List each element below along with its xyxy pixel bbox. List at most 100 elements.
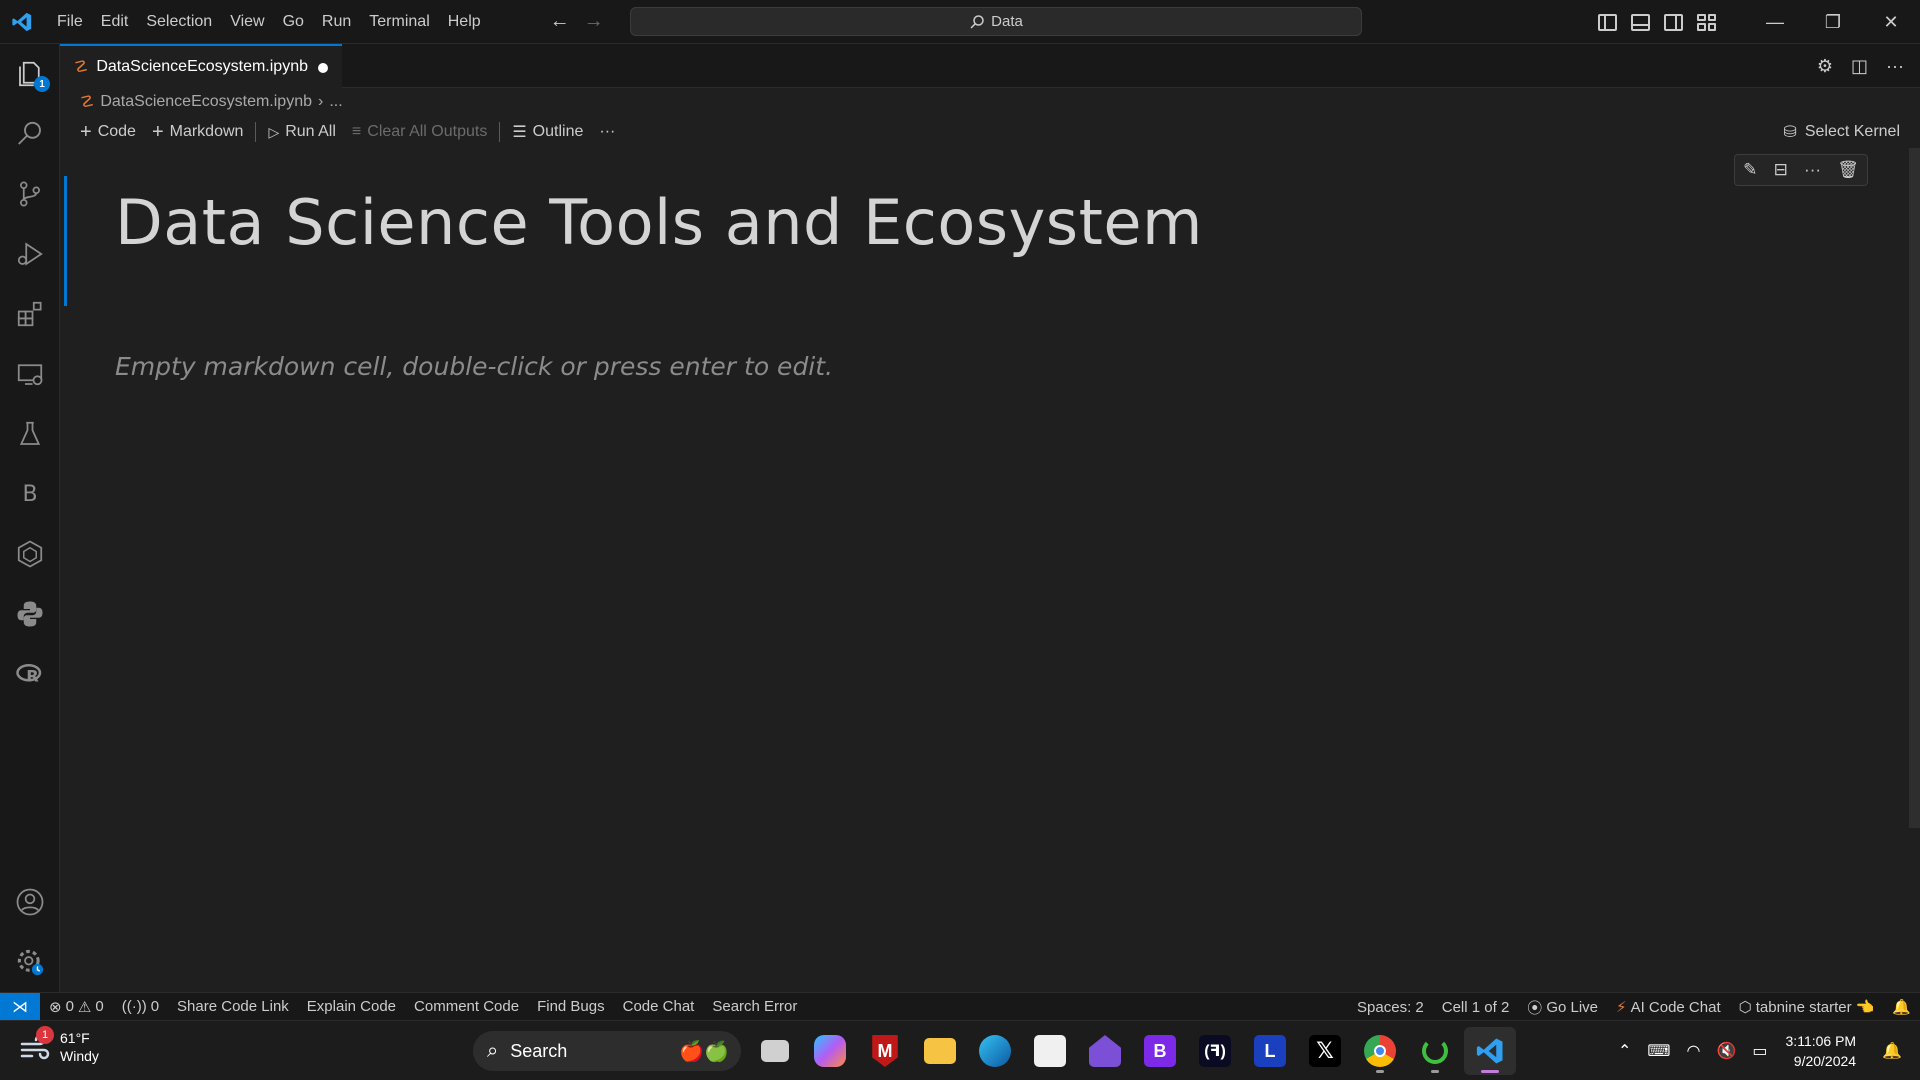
forward-arrow-icon[interactable]: → [584,10,604,33]
refresh-app-icon[interactable] [1409,1027,1461,1075]
go-live-button[interactable]: ⦿ Go Live [1518,997,1607,1018]
wifi-icon[interactable]: ◠ [1687,1041,1701,1061]
search-view-icon[interactable] [0,104,60,164]
add-markdown-cell-button[interactable]: + Markdown [144,118,252,146]
remote-indicator-icon[interactable]: ⋊ [0,992,40,1021]
menu-view[interactable]: View [221,7,273,37]
clock[interactable]: 3:11:06 PM 9/20/2024 [1786,1031,1857,1071]
tabnine-status[interactable]: ⬡ tabnine starter 👈 [1730,998,1884,1017]
menu-file[interactable]: File [48,7,92,37]
ai-code-chat-button[interactable]: ⚡ AI Code Chat [1607,998,1730,1017]
select-kernel-button[interactable]: ⛁ Select Kernel [1783,118,1900,146]
copilot-icon[interactable] [804,1027,856,1075]
plus-icon: + [151,120,164,143]
plus-icon: + [80,120,92,143]
run-all-button[interactable]: ▷ Run All [260,118,343,146]
split-cell-icon[interactable]: ⊟ [1774,160,1788,180]
restore-button[interactable]: ❐ [1804,0,1862,44]
cube-extension-icon[interactable] [0,524,60,584]
x-twitter-icon[interactable]: 𝕏 [1299,1027,1351,1075]
more-actions-icon[interactable]: ··· [1886,56,1904,77]
edge-browser-icon[interactable] [969,1027,1021,1075]
dev-home-icon[interactable] [1079,1027,1131,1075]
menu-go[interactable]: Go [274,7,313,37]
empty-markdown-cell[interactable]: Empty markdown cell, double-click or pre… [115,352,833,381]
kernel-icon: ⛁ [1783,124,1797,141]
add-code-cell-button[interactable]: + Code [72,118,144,146]
testing-icon[interactable] [0,404,60,464]
freecodecamp-icon[interactable]: (ꟻ) [1189,1027,1241,1075]
vertical-scrollbar[interactable] [1909,148,1920,828]
notebook-settings-gear-icon[interactable]: ⚙ [1817,56,1833,77]
clear-all-outputs-button[interactable]: ≡ Clear All Outputs [344,118,495,146]
unsaved-dot-icon[interactable] [318,63,328,73]
breadcrumb-file[interactable]: DataScienceEcosystem.ipynb [100,93,312,111]
toggle-panel-icon[interactable] [1631,13,1650,31]
command-center-search[interactable]: Data [630,7,1362,36]
keyboard-icon[interactable]: ⌨ [1647,1041,1670,1061]
task-view-icon[interactable] [749,1027,801,1075]
outline-button[interactable]: ☰ Outline [504,118,591,146]
delete-trash-icon[interactable]: 🗑 [1837,160,1859,180]
cell-position-status[interactable]: Cell 1 of 2 [1433,999,1519,1016]
toggle-secondary-sidebar-icon[interactable] [1664,13,1683,31]
menu-edit[interactable]: Edit [92,7,138,37]
outline-label: Outline [532,123,584,140]
b-extension-icon[interactable]: B [0,464,60,524]
cell-more-icon[interactable]: ··· [1804,160,1821,180]
weather-temp: 61°F [60,1030,90,1046]
tab-notebook[interactable]: ☡ DataScienceEcosystem.ipynb [60,44,342,88]
bootstrap-studio-icon[interactable]: B [1134,1027,1186,1075]
vscode-taskbar-icon[interactable] [1464,1027,1516,1075]
menu-run[interactable]: Run [313,7,360,37]
manage-gear-icon[interactable] [0,932,60,992]
edit-pencil-icon[interactable]: ✎ [1743,160,1757,180]
notifications-bell-icon[interactable]: 🔔 [1883,998,1920,1016]
share-code-link[interactable]: Share Code Link [168,998,298,1015]
remote-explorer-icon[interactable] [0,344,60,404]
search-error[interactable]: Search Error [703,998,806,1015]
menu-help[interactable]: Help [439,7,490,37]
r-language-icon[interactable]: R [0,644,60,704]
file-explorer-icon[interactable] [914,1027,966,1075]
customize-layout-icon[interactable] [1697,13,1716,31]
notebook-more-button[interactable]: ··· [591,118,623,146]
markdown-heading-cell[interactable]: Data Science Tools and Ecosystem [115,186,1203,259]
chrome-browser-icon[interactable] [1354,1027,1406,1075]
chevron-up-icon[interactable]: ⌃ [1618,1041,1631,1061]
comment-code[interactable]: Comment Code [405,998,528,1015]
accounts-icon[interactable] [0,872,60,932]
indentation-status[interactable]: Spaces: 2 [1348,999,1433,1016]
menu-selection[interactable]: Selection [137,7,221,37]
microsoft-store-icon[interactable] [1024,1027,1076,1075]
ports-indicator[interactable]: ((·)) 0 [113,998,168,1015]
find-bugs[interactable]: Find Bugs [528,998,614,1015]
back-arrow-icon[interactable]: ← [550,10,570,33]
python-icon[interactable] [0,584,60,644]
menu-terminal[interactable]: Terminal [360,7,438,37]
breadcrumb-more[interactable]: ... [329,93,342,111]
l-app-icon[interactable]: L [1244,1027,1296,1075]
toggle-primary-sidebar-icon[interactable] [1598,13,1617,31]
explorer-icon[interactable]: 1 [0,44,60,104]
jupyter-breadcrumb-icon: ☡ [80,94,95,111]
close-button[interactable]: ✕ [1862,0,1920,44]
speaker-muted-icon[interactable]: 🔇 [1716,1041,1736,1061]
minimize-button[interactable]: — [1746,0,1804,44]
split-editor-icon[interactable]: ◫ [1851,56,1868,77]
running-indicator [1431,1070,1439,1073]
source-control-icon[interactable] [0,164,60,224]
weather-widget[interactable]: 1 61°F Windy [18,1026,99,1065]
problems-indicator[interactable]: ⊗ 0 ⚠ 0 [40,998,113,1016]
start-button[interactable] [414,1027,466,1075]
notification-bell-icon[interactable]: 🔔 [1882,1041,1902,1061]
run-debug-icon[interactable] [0,224,60,284]
ai-chat-label: AI Code Chat [1630,998,1721,1016]
battery-icon[interactable]: ▭ [1752,1041,1767,1061]
extensions-icon[interactable] [0,284,60,344]
explain-code[interactable]: Explain Code [298,998,405,1015]
mcafee-icon[interactable]: M [859,1027,911,1075]
code-chat[interactable]: Code Chat [614,998,704,1015]
taskbar-search-box[interactable]: ⌕ Search 🍎🍏 [473,1031,741,1071]
error-count: 0 [65,998,74,1015]
